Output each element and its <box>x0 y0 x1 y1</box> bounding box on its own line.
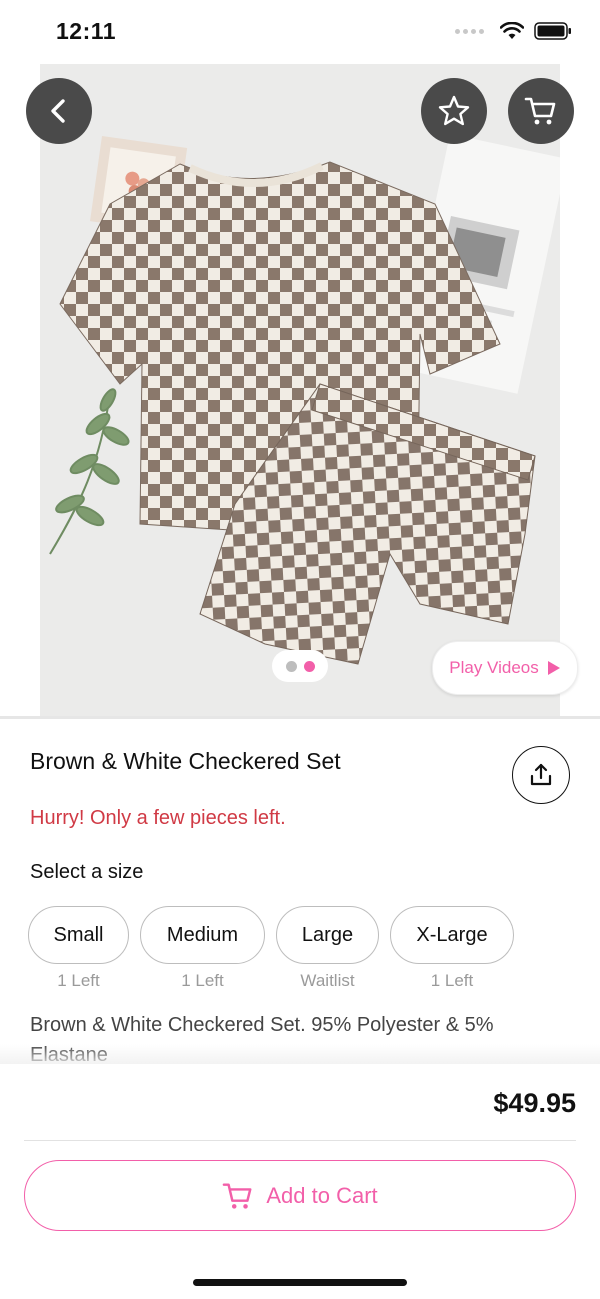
product-image[interactable] <box>40 64 560 716</box>
wifi-icon <box>500 22 524 39</box>
battery-icon <box>534 22 571 40</box>
size-option-medium[interactable]: Medium <box>140 906 265 964</box>
add-to-cart-label: Add to Cart <box>266 1182 378 1208</box>
play-videos-button[interactable]: Play Videos <box>432 641 578 695</box>
cart-button[interactable] <box>508 78 574 144</box>
cart-icon <box>524 97 556 125</box>
image-pager[interactable] <box>272 650 328 682</box>
size-option-large[interactable]: Large <box>276 906 379 964</box>
size-option-small[interactable]: Small <box>28 906 129 964</box>
size-stock-small: 1 Left <box>57 971 100 990</box>
favorite-button[interactable] <box>421 78 487 144</box>
play-icon <box>547 661 560 675</box>
size-stock-x-large: 1 Left <box>430 971 474 990</box>
home-indicator[interactable] <box>193 1279 407 1286</box>
divider <box>24 1140 576 1141</box>
scroll-fade <box>0 1044 600 1066</box>
share-icon <box>530 763 552 786</box>
size-stock-medium: 1 Left <box>181 971 224 990</box>
size-prompt: Select a size <box>30 861 144 883</box>
size-stock-large: Waitlist <box>300 971 355 990</box>
cart-icon <box>223 1182 252 1209</box>
status-time: 12:11 <box>56 18 117 44</box>
signal-dots-icon <box>455 28 484 34</box>
price: $49.95 <box>493 1088 576 1118</box>
size-option-x-large[interactable]: X-Large <box>390 906 514 964</box>
status-bar: 12:11 <box>0 0 600 64</box>
product-title: Brown & White Checkered Set <box>30 748 341 774</box>
add-to-cart-button[interactable]: Add to Cart <box>24 1160 576 1231</box>
divider <box>0 716 600 719</box>
play-videos-label: Play Videos <box>449 658 539 677</box>
chevron-left-icon <box>51 99 65 123</box>
pager-dot-2-active[interactable] <box>303 660 315 672</box>
share-button[interactable] <box>512 746 570 804</box>
stock-warning: Hurry! Only a few pieces left. <box>30 807 286 829</box>
status-icons <box>455 22 572 40</box>
star-icon <box>438 95 470 126</box>
back-button[interactable] <box>26 78 92 144</box>
pager-dot-1[interactable] <box>285 660 297 672</box>
